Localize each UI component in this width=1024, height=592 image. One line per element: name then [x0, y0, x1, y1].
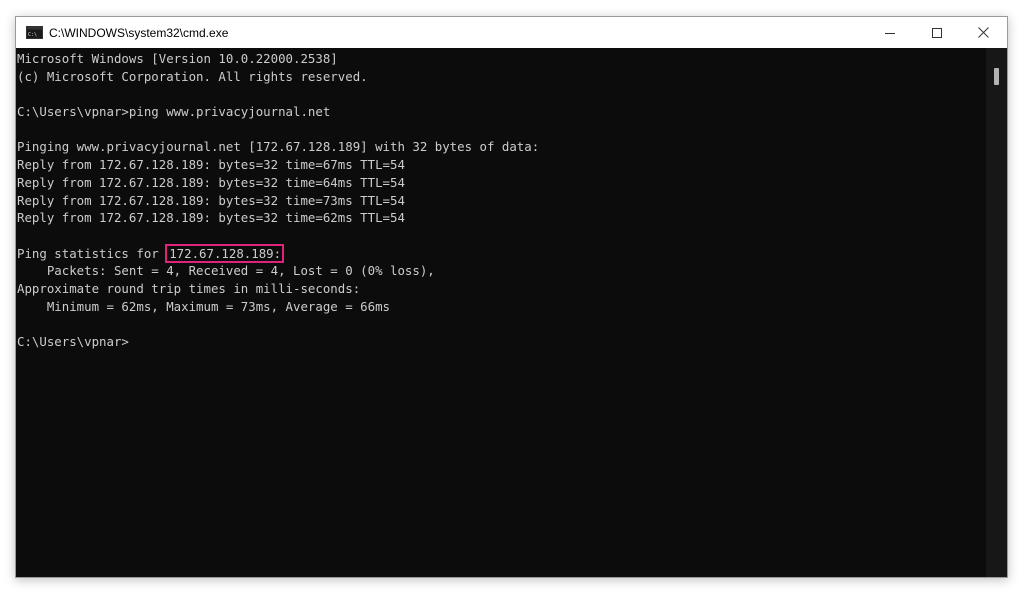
- console-line: Pinging www.privacyjournal.net [172.67.1…: [17, 139, 540, 155]
- console-line: Reply from 172.67.128.189: bytes=32 time…: [17, 192, 405, 208]
- console-line: Approximate round trip times in milli-se…: [17, 280, 361, 296]
- console-line: Reply from 172.67.128.189: bytes=32 time…: [17, 210, 405, 226]
- console-line: Packets: Sent = 4, Received = 4, Lost = …: [17, 263, 435, 279]
- minimize-button[interactable]: [866, 17, 913, 48]
- console-line: Minimum = 62ms, Maximum = 73ms, Average …: [17, 298, 390, 314]
- vertical-scrollbar[interactable]: [986, 48, 1007, 577]
- console-line: Reply from 172.67.128.189: bytes=32 time…: [17, 174, 405, 190]
- maximize-button[interactable]: [913, 17, 960, 48]
- cmd-app-icon: C:\: [26, 26, 43, 39]
- command-prompt[interactable]: C:\Users\vpnar>: [17, 333, 988, 351]
- svg-text:C:\: C:\: [28, 32, 37, 38]
- console-line: (c) Microsoft Corporation. All rights re…: [17, 68, 368, 84]
- highlighted-ip-address: 172.67.128.189:: [165, 243, 285, 263]
- maximize-icon: [931, 27, 942, 38]
- minimize-icon: [884, 32, 895, 34]
- console-output[interactable]: Microsoft Windows [Version 10.0.22000.25…: [16, 48, 988, 577]
- close-icon: [978, 27, 989, 38]
- scrollbar-thumb[interactable]: [994, 68, 999, 85]
- close-button[interactable]: [960, 17, 1007, 48]
- cmd-window: C:\ C:\WINDOWS\system32\cmd.exe Microsof…: [15, 16, 1008, 578]
- window-controls: [866, 17, 1007, 48]
- ping-statistics-label: Ping statistics for: [17, 245, 167, 261]
- console-line: Microsoft Windows [Version 10.0.22000.25…: [17, 51, 338, 66]
- window-title: C:\WINDOWS\system32\cmd.exe: [49, 25, 229, 40]
- console-line: Reply from 172.67.128.189: bytes=32 time…: [17, 157, 405, 173]
- console-line: C:\Users\vpnar>ping www.privacyjournal.n…: [17, 104, 331, 120]
- ping-statistics-line: Ping statistics for 172.67.128.189:: [17, 243, 988, 263]
- title-bar[interactable]: C:\ C:\WINDOWS\system32\cmd.exe: [16, 17, 1007, 48]
